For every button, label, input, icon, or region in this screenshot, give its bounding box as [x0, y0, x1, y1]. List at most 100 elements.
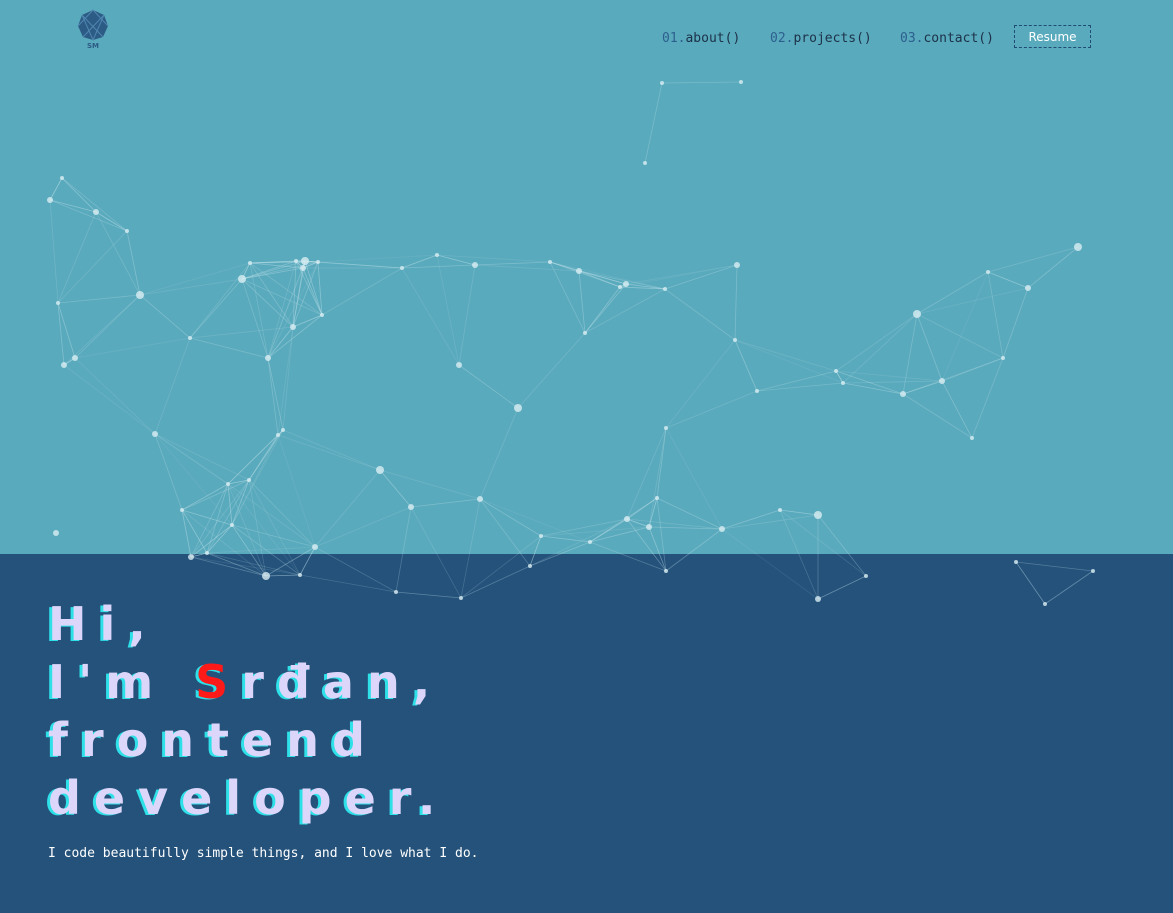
network-link	[517, 332, 586, 409]
network-link	[648, 427, 667, 528]
network-link	[314, 546, 397, 593]
network-link	[299, 574, 397, 593]
network-link	[578, 270, 627, 285]
network-node	[72, 355, 78, 361]
network-node	[300, 265, 306, 271]
hero-name-prefix: I'm	[48, 655, 196, 709]
network-node	[588, 540, 592, 544]
network-link	[190, 479, 250, 558]
network-node	[312, 544, 318, 550]
network-link	[734, 339, 837, 372]
nav-link-about[interactable]: 01.about()	[662, 31, 740, 46]
network-link	[277, 434, 316, 548]
network-node	[664, 426, 668, 430]
main-navigation: 01.about() 02.projects() 03.contact()	[0, 31, 1173, 51]
network-link	[1002, 287, 1029, 359]
network-link	[154, 433, 229, 485]
network-node	[739, 80, 743, 84]
network-node	[939, 378, 945, 384]
network-node	[1091, 569, 1095, 573]
hero-name-accent-letter: S	[195, 655, 242, 709]
network-link	[248, 429, 284, 481]
network-link	[458, 364, 519, 409]
network-node	[435, 253, 439, 257]
network-link	[379, 469, 412, 508]
network-node	[576, 268, 582, 274]
network-link	[436, 254, 460, 366]
network-node	[376, 466, 384, 474]
network-link	[227, 483, 233, 526]
network-link	[231, 429, 284, 526]
network-node	[778, 508, 782, 512]
network-link	[317, 254, 438, 263]
network-link	[1015, 561, 1094, 572]
network-link	[126, 230, 141, 296]
network-node	[719, 526, 725, 532]
network-link	[1015, 561, 1046, 605]
network-link	[458, 264, 476, 366]
network-node	[900, 391, 906, 397]
network-link	[916, 313, 943, 382]
network-link	[625, 264, 738, 285]
network-link	[227, 429, 284, 485]
network-node	[238, 275, 246, 283]
network-link	[664, 288, 736, 341]
nav-label: about()	[685, 31, 741, 46]
nav-number: 03.	[900, 31, 924, 46]
network-link	[721, 514, 819, 530]
network-node	[136, 291, 144, 299]
network-link	[721, 528, 819, 600]
hero-heading: Hi, I'm Srđan, frontend developer.	[48, 595, 448, 827]
network-link	[584, 286, 621, 334]
network-node	[60, 176, 64, 180]
network-node	[477, 496, 483, 502]
network-link	[842, 313, 918, 384]
network-node	[294, 259, 298, 263]
network-node	[618, 285, 622, 289]
network-node	[663, 287, 667, 291]
network-link	[589, 541, 667, 572]
network-node	[276, 433, 280, 437]
network-node	[815, 596, 821, 602]
network-link	[584, 283, 627, 334]
network-node	[230, 523, 234, 527]
network-link	[74, 357, 156, 435]
network-link	[835, 313, 918, 372]
network-node	[408, 504, 414, 510]
network-node	[643, 161, 647, 165]
network-link	[665, 528, 723, 572]
network-link	[189, 337, 269, 359]
network-link	[410, 498, 481, 508]
network-link	[401, 264, 476, 269]
network-link	[987, 271, 1029, 289]
nav-link-projects[interactable]: 02.projects()	[770, 31, 872, 46]
network-link	[267, 357, 284, 431]
network-link	[661, 81, 742, 84]
network-node	[316, 260, 320, 264]
network-node	[125, 229, 129, 233]
nav-link-contact[interactable]: 03.contact()	[900, 31, 994, 46]
network-node	[814, 511, 822, 519]
network-link	[190, 556, 267, 577]
network-link	[49, 199, 59, 304]
network-node	[301, 257, 309, 265]
network-node	[986, 270, 990, 274]
network-node	[655, 496, 659, 500]
network-link	[817, 514, 867, 577]
network-link	[460, 498, 481, 599]
nav-number: 01.	[662, 31, 686, 46]
network-link	[756, 382, 844, 392]
hero-line-role-2: developer.	[48, 771, 449, 825]
network-link	[664, 264, 738, 290]
network-link	[57, 294, 141, 304]
network-link	[304, 260, 323, 316]
network-node	[646, 524, 652, 530]
network-link	[941, 380, 973, 439]
network-link	[57, 211, 97, 304]
network-node	[47, 197, 53, 203]
network-link	[835, 370, 943, 382]
network-node	[456, 362, 462, 368]
network-node	[152, 431, 158, 437]
resume-button[interactable]: Resume	[1014, 25, 1091, 48]
network-link	[665, 339, 736, 429]
